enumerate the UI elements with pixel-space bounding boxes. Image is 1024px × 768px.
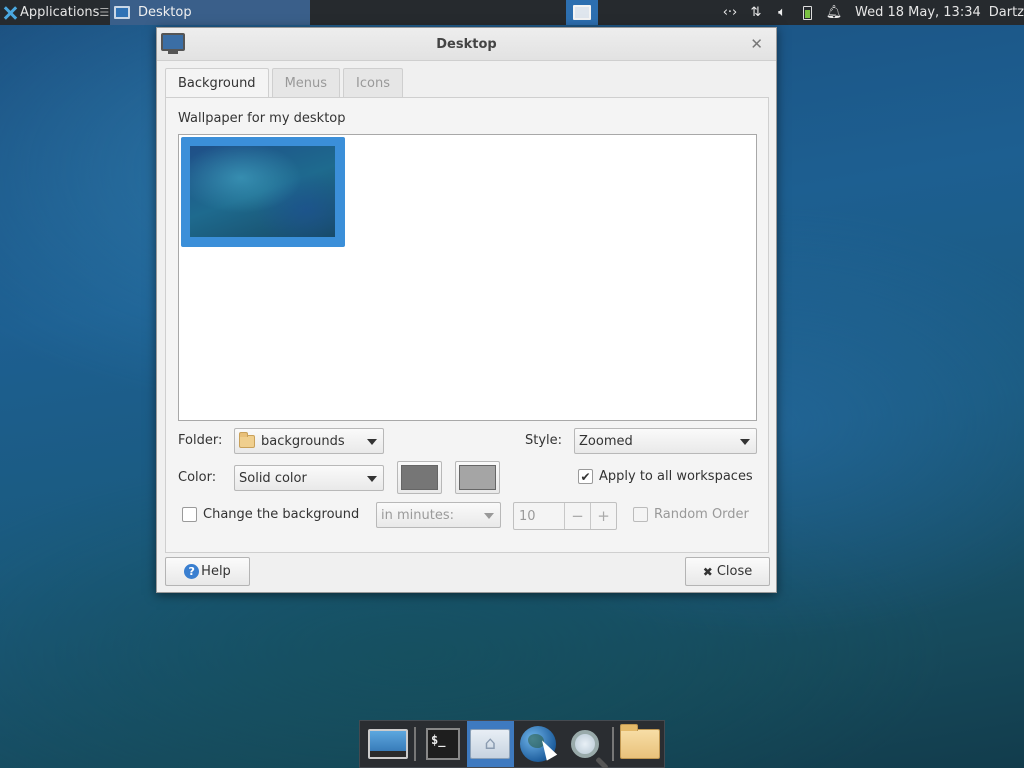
- volume-icon[interactable]: 🔈︎: [769, 5, 795, 20]
- color-label: Color:: [178, 470, 217, 485]
- dialog-title: Desktop: [436, 36, 497, 52]
- system-tray: ‹·› ⇅ 🔈︎ 🔔︎ Wed 18 May, 13:34 Dartz: [717, 0, 1024, 25]
- applications-label: Applications: [20, 5, 100, 20]
- dialog-titlebar[interactable]: Desktop ✕: [157, 28, 776, 61]
- style-select[interactable]: Zoomed: [574, 428, 757, 454]
- primary-color-swatch: [401, 465, 438, 490]
- app-finder-icon[interactable]: [561, 721, 608, 767]
- taskbar-window-label: Desktop: [138, 5, 192, 20]
- close-icon[interactable]: ✕: [750, 35, 763, 53]
- workspace-switcher[interactable]: [566, 0, 598, 25]
- tab-icons[interactable]: Icons: [343, 68, 403, 97]
- wallpaper-list[interactable]: [178, 134, 757, 421]
- change-background-checkbox[interactable]: Change the background: [182, 507, 359, 522]
- chevron-down-icon: [367, 476, 377, 482]
- help-button[interactable]: ? Help: [165, 557, 250, 586]
- folder-select[interactable]: backgrounds: [234, 428, 384, 454]
- close-icon: ✖: [702, 564, 713, 579]
- terminal-icon[interactable]: $_: [419, 721, 466, 767]
- workspace-icon: [573, 5, 591, 20]
- secondary-color-swatch: [459, 465, 496, 490]
- folder-icon: [239, 431, 255, 448]
- style-label: Style:: [525, 433, 563, 448]
- file-manager-icon[interactable]: [617, 721, 664, 767]
- increment-icon[interactable]: +: [590, 503, 616, 529]
- wallpaper-section-label: Wallpaper for my desktop: [178, 111, 346, 126]
- dock-separator: [611, 727, 614, 761]
- applications-menu-button[interactable]: Applications ☰: [0, 0, 113, 25]
- taskbar-desktop-window[interactable]: Desktop: [110, 0, 310, 25]
- random-order-label: Random Order: [654, 507, 749, 522]
- random-order-checkbox[interactable]: Random Order: [633, 507, 749, 522]
- interval-spinner[interactable]: 10 − +: [513, 502, 617, 530]
- background-tab-panel: Wallpaper for my desktop Folder: backgro…: [165, 97, 769, 553]
- change-background-label: Change the background: [203, 507, 360, 522]
- xfce-logo-icon: [3, 6, 17, 20]
- primary-color-button[interactable]: [397, 461, 442, 494]
- transfer-icon[interactable]: ⇅: [743, 5, 769, 20]
- style-value: Zoomed: [579, 433, 633, 449]
- interval-unit-select[interactable]: in minutes:: [376, 502, 501, 528]
- color-mode-select[interactable]: Solid color: [234, 465, 384, 491]
- checkmark-icon: ✔: [578, 469, 593, 484]
- tab-bar: Background Menus Icons: [165, 68, 406, 98]
- decrement-icon[interactable]: −: [564, 503, 590, 529]
- top-panel: Applications ☰ Desktop ‹·› ⇅ 🔈︎ 🔔︎ Wed 1…: [0, 0, 1024, 25]
- help-icon: ?: [184, 564, 200, 579]
- wallpaper-thumbnail-selected[interactable]: [181, 137, 345, 247]
- wallpaper-preview-image: [190, 146, 335, 237]
- home-folder-icon[interactable]: [466, 721, 514, 767]
- interval-unit-value: in minutes:: [381, 507, 454, 523]
- apply-all-workspaces-checkbox[interactable]: ✔ Apply to all workspaces: [578, 469, 753, 484]
- interval-value[interactable]: 10: [514, 509, 564, 524]
- close-label: Close: [716, 564, 753, 579]
- folder-label: Folder:: [178, 433, 223, 448]
- dock: $_: [359, 720, 665, 768]
- apply-all-label: Apply to all workspaces: [599, 469, 753, 484]
- chevron-down-icon: [740, 439, 750, 445]
- dock-separator: [414, 727, 417, 761]
- chevron-down-icon: [367, 439, 377, 445]
- help-label: Help: [201, 564, 231, 579]
- tab-background[interactable]: Background: [165, 68, 269, 98]
- network-icon[interactable]: ‹·›: [717, 5, 743, 20]
- clock[interactable]: Wed 18 May, 13:34: [855, 5, 981, 20]
- close-button[interactable]: ✖ Close: [685, 557, 770, 586]
- battery-icon[interactable]: [795, 5, 821, 20]
- folder-value: backgrounds: [261, 433, 345, 449]
- user-name[interactable]: Dartz: [989, 5, 1024, 20]
- show-desktop-icon[interactable]: [364, 721, 411, 767]
- tab-menus[interactable]: Menus: [271, 68, 341, 97]
- color-mode-value: Solid color: [239, 470, 307, 486]
- desktop-window-icon: [114, 6, 130, 19]
- desktop-settings-icon: [161, 33, 185, 54]
- secondary-color-button[interactable]: [455, 461, 500, 494]
- chevron-down-icon: [484, 513, 494, 519]
- desktop-settings-dialog: Desktop ✕ Background Menus Icons Wallpap…: [156, 27, 777, 593]
- menu-glyph-icon: ☰: [99, 6, 110, 19]
- notification-icon[interactable]: 🔔︎: [821, 5, 847, 20]
